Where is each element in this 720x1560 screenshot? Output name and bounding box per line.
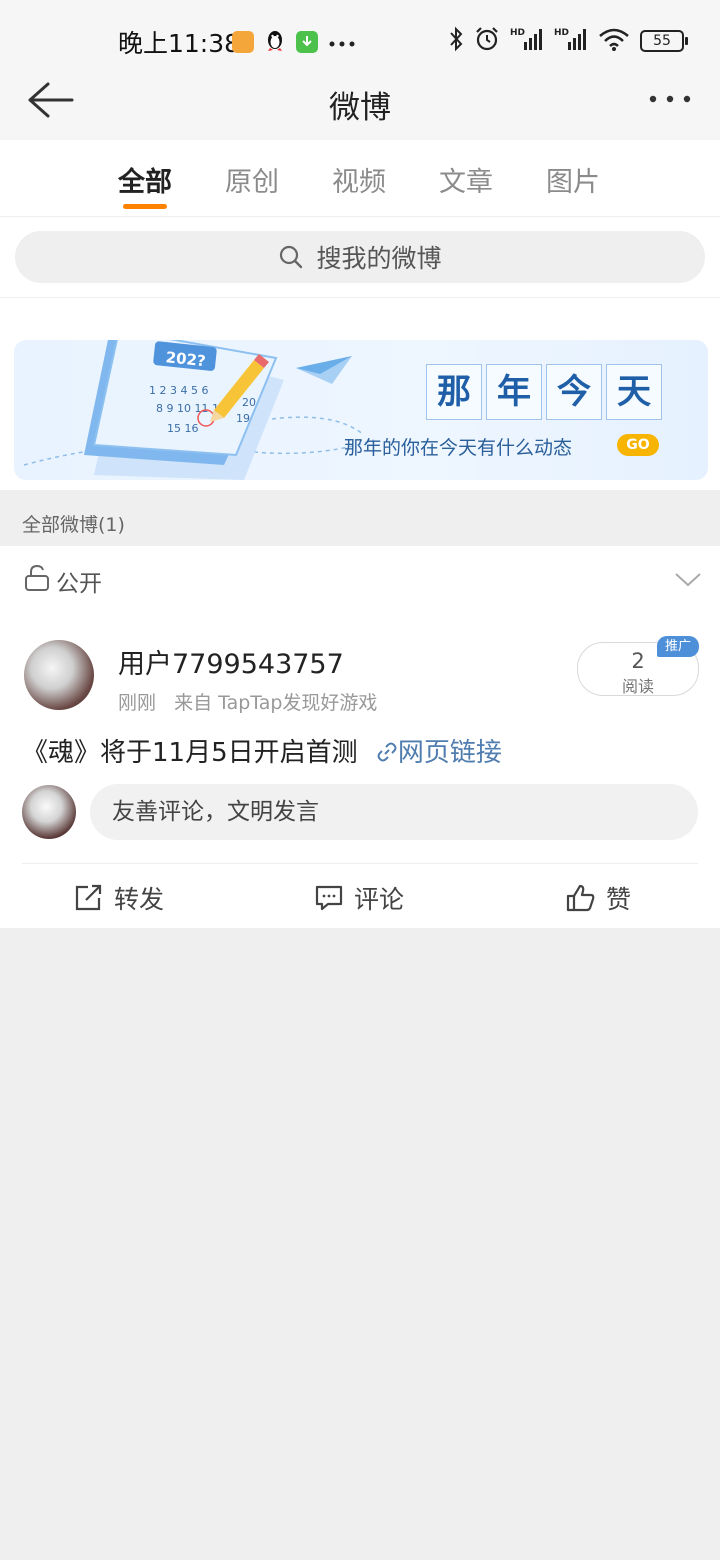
- system-icons: HD HD 55: [448, 26, 688, 56]
- banner-title-char: 年: [486, 364, 542, 420]
- banner-title-char: 那: [426, 364, 482, 420]
- svg-text:19: 19: [236, 412, 250, 425]
- visibility-label: 公开: [56, 571, 102, 597]
- paper-plane-icon: [296, 356, 352, 384]
- post-card: 用户7799543757 刚刚 来自 TapTap发现好游戏 2 阅读 推广 《…: [0, 612, 720, 928]
- repost-button[interactable]: 转发: [74, 880, 164, 916]
- link-icon: [377, 742, 397, 762]
- divider: [22, 863, 698, 864]
- section-title: 全部微博(1): [22, 514, 125, 536]
- notification-icons: [232, 28, 356, 56]
- gallery-notification-icon: [232, 31, 254, 53]
- tab-all[interactable]: 全部: [118, 160, 172, 199]
- banner-section: 202? 1 2 3 4 5 6 8 9 10 11 12 15 16 20 1…: [0, 298, 720, 490]
- post-username[interactable]: 用户7799543757: [118, 642, 344, 681]
- svg-text:20: 20: [242, 396, 256, 409]
- my-avatar: [22, 785, 76, 839]
- web-link-text: 网页链接: [397, 738, 502, 768]
- repost-icon: [75, 884, 102, 911]
- banner-title-char: 天: [606, 364, 662, 420]
- wifi-icon: [598, 26, 630, 56]
- banner-title: 那 年 今 天: [426, 364, 662, 420]
- active-tab-indicator: [123, 204, 167, 209]
- tab-picture[interactable]: 图片: [546, 160, 600, 199]
- nav-bar: 微博: [0, 62, 720, 141]
- go-button[interactable]: GO: [617, 434, 659, 456]
- visibility-filter[interactable]: 公开: [0, 546, 720, 613]
- tab-video[interactable]: 视频: [332, 160, 386, 199]
- read-count-label: 阅读: [621, 677, 654, 696]
- alarm-icon: [474, 26, 500, 56]
- battery-indicator: 55: [640, 30, 688, 52]
- download-notification-icon: [296, 31, 318, 53]
- thumbs-up-icon: [566, 884, 595, 912]
- qq-penguin-icon: [264, 28, 286, 56]
- like-label: 赞: [606, 885, 632, 914]
- banner-subtitle: 那年的你在今天有什么动态: [344, 437, 573, 459]
- svg-text:HD: HD: [554, 28, 569, 38]
- bluetooth-icon: [448, 26, 464, 56]
- svg-text:HD: HD: [510, 28, 525, 38]
- signal-hd-icon-1: HD: [510, 26, 544, 56]
- tab-article[interactable]: 文章: [439, 160, 493, 199]
- page-title: 微博: [329, 90, 391, 126]
- filter-tabs: 全部 原创 视频 文章 图片: [0, 140, 720, 217]
- repost-label: 转发: [114, 885, 165, 914]
- comment-icon: [315, 885, 343, 911]
- comment-input[interactable]: 友善评论，文明发言: [90, 784, 698, 840]
- search-icon: [280, 245, 303, 269]
- promo-badge[interactable]: 推广: [657, 636, 699, 657]
- search-placeholder: 搜我的微博: [316, 244, 442, 273]
- more-notifications-icon: [328, 33, 356, 52]
- post-content: 《魂》将于11月5日开启首测: [22, 738, 358, 768]
- web-link[interactable]: 网页链接: [376, 738, 502, 768]
- signal-hd-icon-2: HD: [554, 26, 588, 56]
- avatar[interactable]: [24, 640, 94, 710]
- status-time: 晚上11:38: [118, 29, 241, 58]
- post-text: 《魂》将于11月5日开启首测 网页链接: [22, 732, 502, 769]
- banner-title-char: 今: [546, 364, 602, 420]
- post-time: 刚刚: [118, 692, 157, 714]
- comment-label: 评论: [354, 885, 405, 914]
- like-button[interactable]: 赞: [566, 880, 631, 916]
- tab-original[interactable]: 原创: [225, 160, 279, 199]
- chevron-down-icon: [675, 573, 701, 587]
- section-header: 全部微博(1): [0, 490, 720, 546]
- post-source: 来自 TapTap发现好游戏: [174, 692, 378, 714]
- more-dots-icon: [649, 95, 691, 103]
- post-meta: 刚刚 来自 TapTap发现好游戏: [118, 688, 377, 715]
- unlock-icon: [25, 564, 49, 591]
- search-section: 搜我的微博: [0, 217, 720, 298]
- search-input[interactable]: 搜我的微博: [15, 231, 705, 283]
- svg-text:1 2 3 4 5 6: 1 2 3 4 5 6: [149, 384, 208, 397]
- more-options-button[interactable]: [648, 86, 692, 112]
- comment-button[interactable]: 评论: [314, 880, 404, 916]
- svg-text:15 16: 15 16: [167, 422, 199, 435]
